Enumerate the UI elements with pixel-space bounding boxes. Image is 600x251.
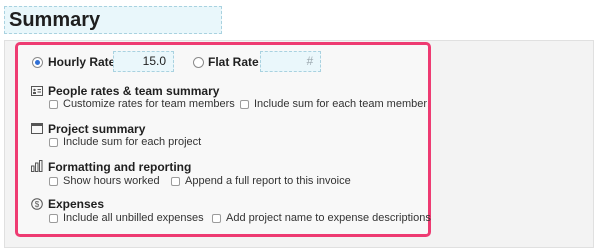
sum-team-member-label: Include sum for each team member <box>254 98 428 110</box>
customize-rates-label: Customize rates for team members <box>63 98 235 110</box>
hourly-rate-radio[interactable] <box>32 57 43 68</box>
hourly-rate-input[interactable]: 15.0 <box>113 51 174 72</box>
unbilled-expenses-checkbox[interactable] <box>49 214 58 223</box>
svg-text:$: $ <box>35 200 40 209</box>
section-title-formatting: Formatting and reporting <box>48 160 192 174</box>
section-title-project: Project summary <box>48 122 146 136</box>
project-window-icon <box>31 123 43 134</box>
show-hours-label: Show hours worked <box>63 175 160 187</box>
dollar-icon: $ <box>31 198 43 210</box>
project-name-expense-label: Add project name to expense descriptions <box>226 212 431 224</box>
append-report-checkbox[interactable] <box>171 177 180 186</box>
bar-chart-icon <box>31 160 43 172</box>
sum-team-member-checkbox[interactable] <box>240 100 249 109</box>
unbilled-expenses-label: Include all unbilled expenses <box>63 212 204 224</box>
hourly-rate-label: Hourly Rate <box>48 55 116 69</box>
append-report-label: Append a full report to this invoice <box>185 175 351 187</box>
show-hours-checkbox[interactable] <box>49 177 58 186</box>
people-card-icon <box>31 86 43 96</box>
section-title-expenses: Expenses <box>48 197 105 211</box>
flat-rate-radio[interactable] <box>193 57 204 68</box>
page-title: Summary <box>4 6 222 34</box>
customize-rates-checkbox[interactable] <box>49 100 58 109</box>
flat-rate-label: Flat Rate <box>208 55 259 69</box>
section-title-people: People rates & team summary <box>48 84 220 98</box>
sum-project-label: Include sum for each project <box>63 136 202 148</box>
project-name-expense-checkbox[interactable] <box>212 214 221 223</box>
sum-project-checkbox[interactable] <box>49 138 58 147</box>
flat-rate-input[interactable]: # <box>260 51 321 72</box>
